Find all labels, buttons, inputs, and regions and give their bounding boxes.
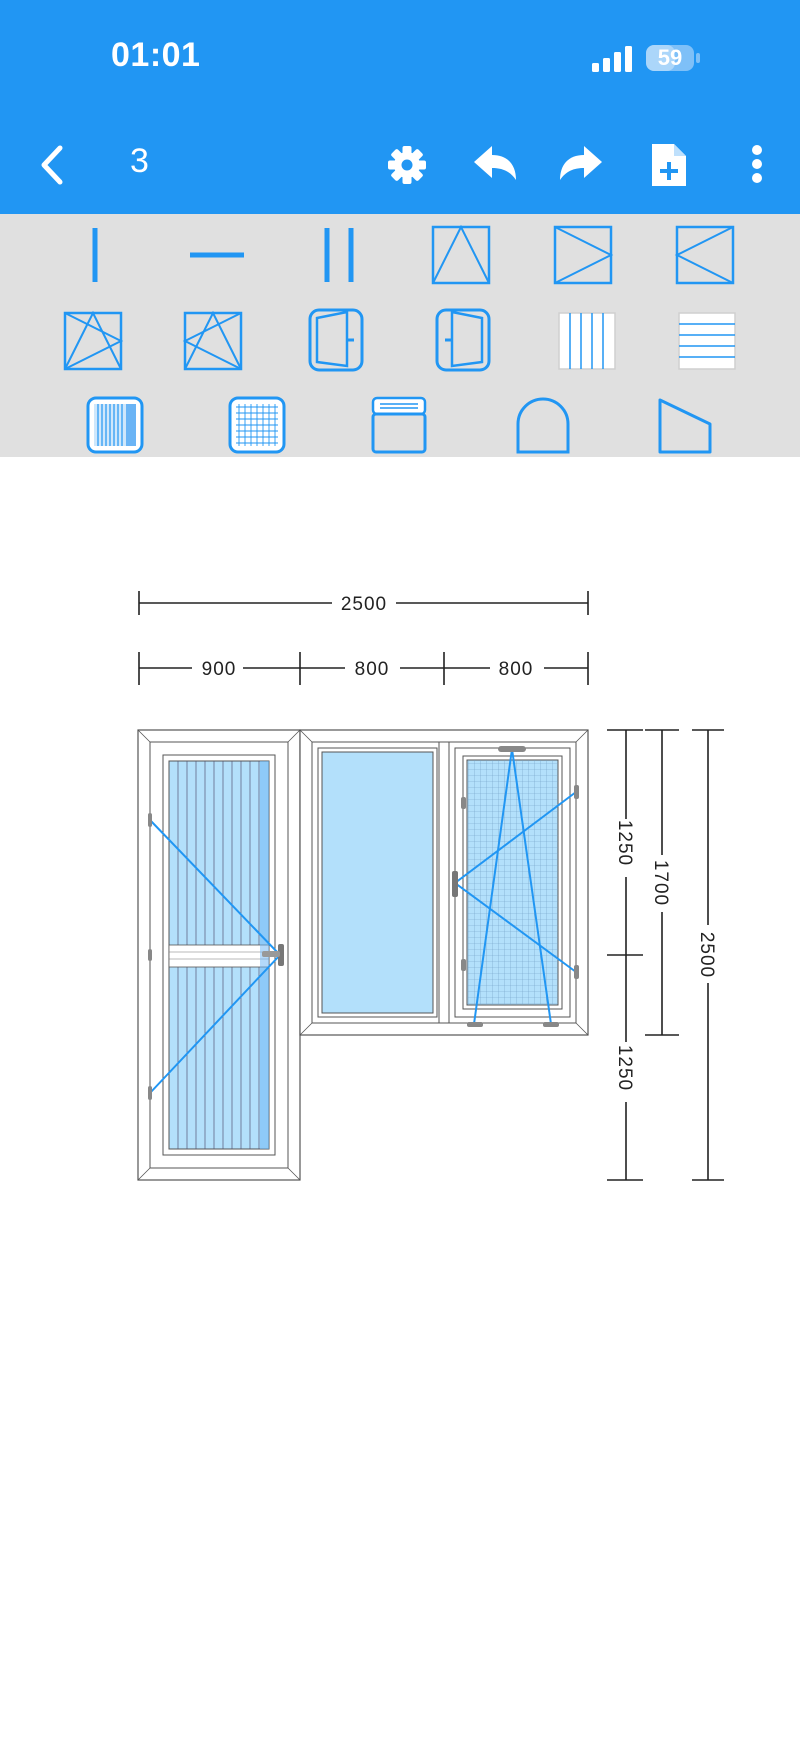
upper-height-label: 1250 [614,820,635,866]
gear-icon[interactable] [382,140,432,190]
trapezoid-tool[interactable] [652,392,718,458]
arch-tool[interactable] [510,392,576,458]
add-document-icon[interactable] [644,140,694,190]
section-width-label-2: 800 [355,659,390,680]
drawing-canvas[interactable]: 2500 900 800 800 1250 1250 1700 2500 [0,457,800,1738]
horizontal-blinds-tool[interactable] [674,308,740,374]
window-drawing: 2500 900 800 800 1250 1250 1700 2500 [137,591,724,1181]
window-unit [299,729,589,1036]
section-width-label-3: 800 [499,659,534,680]
more-vert-icon[interactable] [742,140,772,190]
undo-icon[interactable] [470,140,520,190]
vertical-blinds-tool[interactable] [554,308,620,374]
pleated-blind-tool[interactable] [82,392,148,458]
mosquito-net-tool[interactable] [224,392,290,458]
right-hung-sash-tool[interactable] [672,222,738,288]
redo-icon[interactable] [556,140,606,190]
double-mullion-tool[interactable] [306,222,372,288]
window-height-label: 1700 [650,860,671,906]
vertical-mullion-tool[interactable] [62,222,128,288]
tilt-turn-right-tool[interactable] [180,308,246,374]
signal-icon [592,46,632,72]
total-width-label: 2500 [341,594,387,615]
door-left-tool[interactable] [303,306,369,372]
top-hung-sash-tool[interactable] [428,222,494,288]
total-height-label: 2500 [696,932,717,978]
door-unit [137,729,301,1181]
section-width-label-1: 900 [202,659,237,680]
tilt-turn-left-tool[interactable] [60,308,126,374]
door-right-tool[interactable] [430,306,496,372]
horizontal-mullion-tool[interactable] [184,222,250,288]
height-dimensions-split [607,729,643,1181]
roller-shutter-tool[interactable] [366,392,432,458]
project-title: 3 [130,142,149,180]
battery-level: 59 [657,45,683,70]
left-hung-sash-tool[interactable] [550,222,616,288]
lower-height-label: 1250 [614,1045,635,1091]
app-bar: 01:01 59 3 [0,0,800,214]
back-button[interactable] [34,140,70,190]
element-palette [0,214,800,457]
status-time: 01:01 [111,36,201,74]
